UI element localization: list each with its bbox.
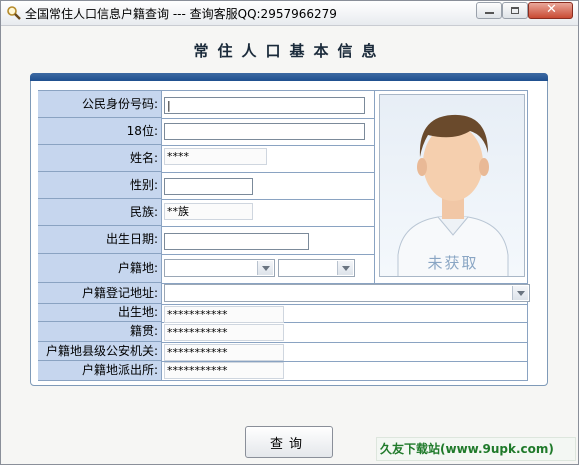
id-number-input[interactable]: | <box>164 97 365 114</box>
birthplace-label: 出生地: <box>38 304 162 322</box>
window-title: 全国常住人口信息户籍查询 --- 查询客服QQ:2957966279 <box>25 7 337 21</box>
city-select[interactable] <box>278 259 355 277</box>
police-bureau-field[interactable]: *********** <box>164 344 284 361</box>
close-icon: ✕ <box>546 2 557 17</box>
person-silhouette-icon <box>397 114 509 276</box>
name-field[interactable]: **** <box>164 148 267 165</box>
chevron-down-icon <box>257 261 273 275</box>
province-select[interactable] <box>164 259 275 277</box>
police-bureau-label: 户籍地县级公安机关: <box>38 342 162 361</box>
maximize-button[interactable] <box>502 2 528 19</box>
title-bar[interactable]: 全国常住人口信息户籍查询 --- 查询客服QQ:2957966279 ✕ <box>1 1 578 26</box>
native-place-label: 籍贯: <box>38 322 162 342</box>
query-button[interactable]: 查询 <box>245 426 333 458</box>
registered-address-select[interactable] <box>164 284 530 302</box>
row-divider <box>162 304 527 305</box>
minimize-icon <box>485 12 494 14</box>
row-divider <box>162 145 374 146</box>
gender-label: 性别: <box>38 172 162 199</box>
minimize-button[interactable] <box>476 2 502 19</box>
hukou-place-label: 户籍地: <box>38 254 162 283</box>
native-place-field[interactable]: *********** <box>164 324 284 341</box>
digits-input[interactable] <box>164 123 365 140</box>
id-number-label: 公民身份号码: <box>38 91 162 118</box>
close-button[interactable]: ✕ <box>528 2 573 19</box>
form-heading: 常住人口基本信息 <box>193 42 386 60</box>
id-photo: 未获取 <box>379 94 525 277</box>
row-divider <box>162 254 374 255</box>
maximize-icon <box>511 7 519 14</box>
magnifier-icon <box>7 6 21 20</box>
police-station-field[interactable]: *********** <box>164 362 284 379</box>
photo-caption: 未获取 <box>427 254 479 272</box>
gender-field[interactable] <box>164 178 253 195</box>
chevron-down-icon <box>512 286 528 300</box>
row-divider <box>162 172 374 173</box>
row-divider <box>162 226 374 227</box>
watermark: 久友下载站(www.9upk.com) <box>376 437 576 461</box>
photo-divider <box>374 91 375 283</box>
digits-label: 18位: <box>38 118 162 145</box>
row-divider <box>162 118 374 119</box>
birthdate-label: 出生日期: <box>38 226 162 254</box>
row-divider <box>162 199 374 200</box>
birthplace-field[interactable]: *********** <box>164 306 284 323</box>
registered-address-label: 户籍登记地址: <box>38 283 162 304</box>
ethnicity-field[interactable]: **族 <box>164 203 253 220</box>
panel-header-bar <box>30 73 548 81</box>
police-station-label: 户籍地派出所: <box>38 361 162 380</box>
row-divider <box>162 342 527 343</box>
name-label: 姓名: <box>38 145 162 172</box>
birthdate-field[interactable] <box>164 233 309 250</box>
ethnicity-label: 民族: <box>38 199 162 226</box>
chevron-down-icon <box>337 261 353 275</box>
